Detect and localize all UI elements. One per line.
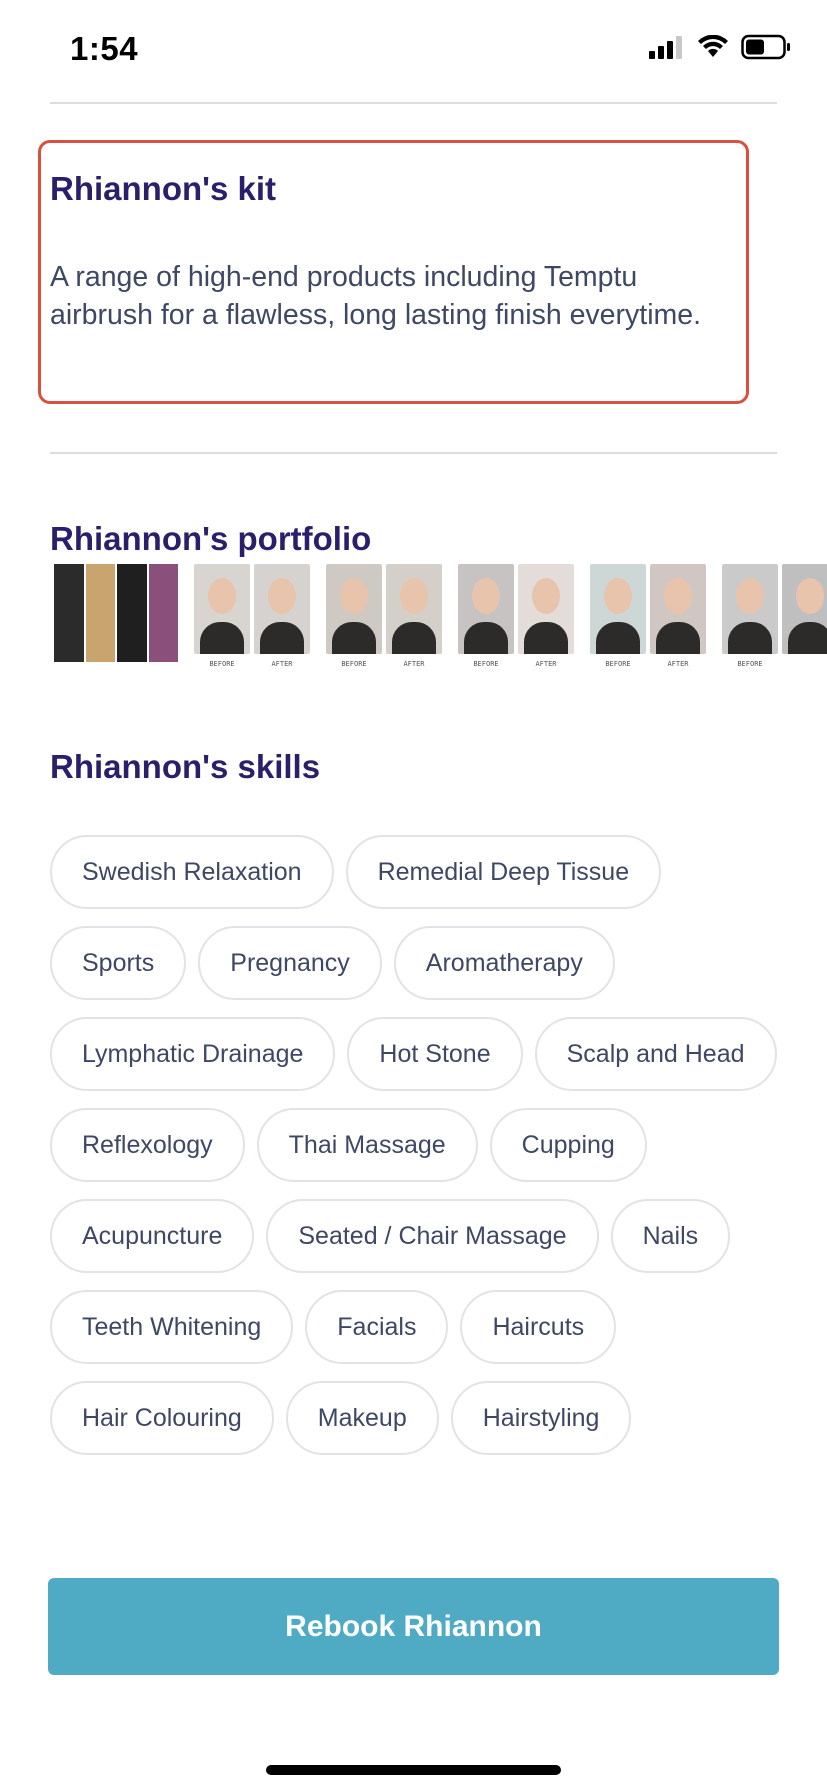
skill-chip: Hairstyling (450, 1381, 632, 1455)
home-indicator[interactable] (266, 1765, 561, 1775)
skill-chip: Teeth Whitening (50, 1290, 294, 1364)
skill-chip: Pregnancy (198, 926, 382, 1000)
status-bar: 1:54 (0, 0, 827, 100)
skill-chip: Sports (50, 926, 187, 1000)
skill-chip: Nails (610, 1199, 731, 1273)
portfolio-image[interactable]: BEFORE AFTER (326, 564, 442, 679)
portfolio-image[interactable]: BEFORE AFTER (590, 564, 706, 679)
skill-chip: Reflexology (50, 1108, 245, 1182)
skill-chip: Swedish Relaxation (50, 835, 334, 909)
kit-description: A range of high-end products including T… (50, 261, 702, 331)
skills-title: Rhiannon's skills (50, 748, 321, 785)
portfolio-gallery[interactable]: BEFORE AFTER BEFORE AFTER BEFORE AFTER B… (54, 564, 827, 679)
portfolio-image[interactable]: BEFORE (722, 564, 827, 679)
status-icons (649, 34, 791, 60)
skill-chip: Haircuts (460, 1290, 617, 1364)
skill-chip: Hair Colouring (50, 1381, 274, 1455)
skills-list: Swedish Relaxation Remedial Deep Tissue … (50, 835, 780, 1530)
skill-chip: Thai Massage (256, 1108, 478, 1182)
skill-chip: Cupping (489, 1108, 647, 1182)
kit-title: Rhiannon's kit (50, 170, 277, 207)
portfolio-image[interactable]: BEFORE AFTER (458, 564, 574, 679)
skill-chip: Acupuncture (50, 1199, 255, 1273)
portfolio-image[interactable]: BEFORE AFTER (194, 564, 310, 679)
skill-chip: Facials (305, 1290, 449, 1364)
cellular-signal-icon (649, 36, 682, 59)
portfolio-title: Rhiannon's portfolio (50, 520, 372, 557)
divider-middle (50, 452, 777, 454)
wifi-icon (698, 35, 728, 57)
skill-chip: Scalp and Head (534, 1017, 777, 1091)
skill-chip: Seated / Chair Massage (266, 1199, 599, 1273)
skill-chip: Lymphatic Drainage (50, 1017, 336, 1091)
battery-icon (741, 34, 790, 60)
skill-chip: Makeup (285, 1381, 439, 1455)
skill-chip: Remedial Deep Tissue (345, 835, 662, 909)
skill-chip: Aromatherapy (393, 926, 615, 1000)
divider-top (50, 102, 777, 104)
status-time: 1:54 (70, 30, 139, 67)
skill-chip: Hot Stone (347, 1017, 523, 1091)
portfolio-image-collage[interactable] (54, 564, 178, 679)
rebook-button[interactable]: Rebook Rhiannon (48, 1578, 779, 1675)
